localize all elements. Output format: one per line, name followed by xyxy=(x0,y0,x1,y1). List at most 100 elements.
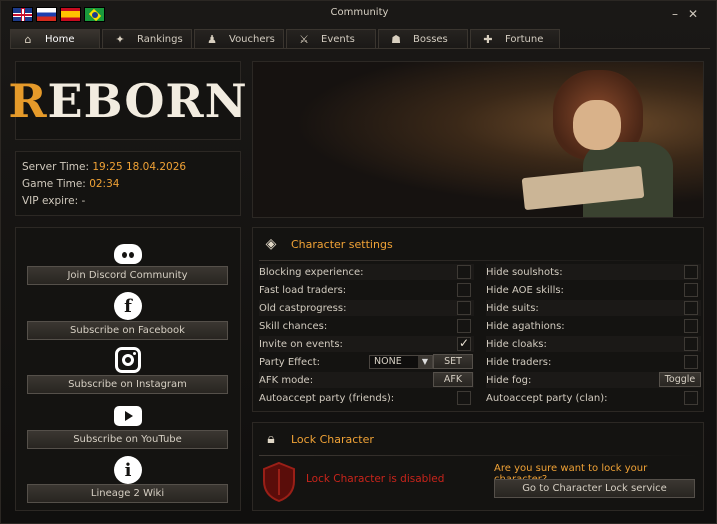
window-title: Community xyxy=(330,7,389,18)
party-effect-select[interactable]: NONE ▼ xyxy=(369,355,433,369)
vip-expire-row: VIP expire: - xyxy=(22,193,234,210)
rankings-icon: ✦ xyxy=(115,33,125,46)
setting-label: Invite on events: xyxy=(259,338,343,350)
tab-label: Rankings xyxy=(137,34,183,45)
setting-label: Hide suits: xyxy=(486,302,539,314)
setting-label: AFK mode: xyxy=(259,374,314,386)
shield-icon xyxy=(263,461,295,503)
lock-character-title: Lock Character xyxy=(291,432,374,446)
close-icon[interactable]: ✕ xyxy=(687,8,699,20)
setting-label: Hide AOE skills: xyxy=(486,284,564,296)
tab-home[interactable]: ⌂ Home xyxy=(10,29,100,49)
join-discord-button[interactable]: Join Discord Community xyxy=(27,266,228,285)
instagram-icon xyxy=(114,346,142,374)
setting-label: Hide agathions: xyxy=(486,320,565,332)
setting-label: Autoaccept party (friends): xyxy=(259,392,395,404)
setting-row: Hide traders: xyxy=(486,354,701,370)
hide-cloaks-checkbox[interactable] xyxy=(684,337,698,351)
fast-load-traders-checkbox[interactable] xyxy=(457,283,471,297)
subscribe-facebook-button[interactable]: Subscribe on Facebook xyxy=(27,321,228,340)
lineage2-wiki-button[interactable]: Lineage 2 Wiki xyxy=(27,484,228,503)
setting-label: Autoaccept party (clan): xyxy=(486,392,608,404)
server-time-row: Server Time: 19:25 18.04.2026 xyxy=(22,159,234,176)
setting-label: Skill chances: xyxy=(259,320,328,332)
character-lock-service-button[interactable]: Go to Character Lock service xyxy=(494,479,695,498)
setting-label: Blocking experience: xyxy=(259,266,364,278)
tab-divider xyxy=(10,48,710,49)
setting-row: Hide AOE skills: xyxy=(486,282,701,298)
afk-button[interactable]: AFK xyxy=(433,372,473,387)
hide-aoe-skills-checkbox[interactable] xyxy=(684,283,698,297)
setting-label: Hide cloaks: xyxy=(486,338,547,350)
tab-label: Fortune xyxy=(505,34,544,45)
hide-fog-toggle-button[interactable]: Toggle xyxy=(659,372,701,387)
hide-suits-checkbox[interactable] xyxy=(684,301,698,315)
settings-diamond-icon: ◈ xyxy=(265,236,277,252)
community-window: Community – ✕ ⌂ Home ✦ Rankings ♟ Vouche… xyxy=(0,0,717,524)
server-time-label: Server Time: xyxy=(22,161,90,173)
setting-label: Fast load traders: xyxy=(259,284,347,296)
setting-row: Autoaccept party (friends): xyxy=(259,390,474,406)
setting-label: Hide fog: xyxy=(486,374,532,386)
wiki-icon: i xyxy=(114,456,142,484)
chevron-down-icon: ▼ xyxy=(418,356,432,368)
logo-panel: REBORN xyxy=(8,61,247,140)
setting-row: Hide soulshots: xyxy=(486,264,701,280)
setting-row: Hide cloaks: xyxy=(486,336,701,352)
hide-agathions-checkbox[interactable] xyxy=(684,319,698,333)
setting-row: Blocking experience: xyxy=(259,264,474,280)
vip-expire-label: VIP expire: xyxy=(22,195,79,207)
server-time-value: 19:25 18.04.2026 xyxy=(92,161,187,173)
banner-character-face xyxy=(573,100,621,150)
setting-row: Skill chances: xyxy=(259,318,474,334)
minimize-icon[interactable]: – xyxy=(669,8,681,20)
party-effect-set-button[interactable]: SET xyxy=(433,354,473,369)
hide-soulshots-checkbox[interactable] xyxy=(684,265,698,279)
subscribe-instagram-button[interactable]: Subscribe on Instagram xyxy=(27,375,228,394)
hide-traders-checkbox[interactable] xyxy=(684,355,698,369)
character-settings-header: ◈ Character settings xyxy=(261,234,393,254)
subscribe-youtube-button[interactable]: Subscribe on YouTube xyxy=(27,430,228,449)
invite-on-events-checkbox[interactable] xyxy=(457,336,471,351)
lock-character-panel: 🔒︎ Lock Character Lock Character is disa… xyxy=(252,422,704,511)
server-logo: REBORN xyxy=(8,73,248,128)
old-castprogress-checkbox[interactable] xyxy=(457,301,471,315)
setting-row: Fast load traders: xyxy=(259,282,474,298)
autoaccept-party-clan-checkbox[interactable] xyxy=(684,391,698,405)
tab-label: Vouchers xyxy=(229,34,275,45)
tab-label: Home xyxy=(45,34,75,45)
tab-events[interactable]: ⚔ Events xyxy=(286,29,376,49)
title-bar: Community – ✕ xyxy=(1,1,717,29)
autoaccept-party-friends-checkbox[interactable] xyxy=(457,391,471,405)
game-time-label: Game Time: xyxy=(22,178,86,190)
tab-label: Bosses xyxy=(413,34,448,45)
tab-rankings[interactable]: ✦ Rankings xyxy=(102,29,192,49)
fortune-icon: ✚ xyxy=(483,33,493,46)
skill-chances-checkbox[interactable] xyxy=(457,319,471,333)
setting-label: Old castprogress: xyxy=(259,302,347,314)
lock-status-text: Lock Character is disabled xyxy=(306,473,445,485)
tab-bosses[interactable]: ☗ Bosses xyxy=(378,29,468,49)
party-effect-value: NONE xyxy=(374,356,402,367)
setting-row: Hide suits: xyxy=(486,300,701,316)
setting-label: Hide traders: xyxy=(486,356,552,368)
lock-character-header: 🔒︎ Lock Character xyxy=(261,429,374,449)
bosses-icon: ☗ xyxy=(391,33,401,46)
vouchers-icon: ♟ xyxy=(207,33,217,46)
social-panel: Join Discord Community f Subscribe on Fa… xyxy=(15,227,241,511)
tab-vouchers[interactable]: ♟ Vouchers xyxy=(194,29,284,49)
banner-image xyxy=(252,61,704,218)
server-info-panel: Server Time: 19:25 18.04.2026 Game Time:… xyxy=(15,151,241,216)
tab-label: Events xyxy=(321,34,355,45)
setting-label: Hide soulshots: xyxy=(486,266,563,278)
game-time-row: Game Time: 02:34 xyxy=(22,176,234,193)
header-divider xyxy=(259,455,699,456)
tab-fortune[interactable]: ✚ Fortune xyxy=(470,29,560,49)
setting-row: Old castprogress: xyxy=(259,300,474,316)
tab-bar: ⌂ Home ✦ Rankings ♟ Vouchers ⚔ Events ☗ … xyxy=(10,29,560,49)
youtube-icon xyxy=(114,402,142,430)
character-settings-panel: ◈ Character settings Blocking experience… xyxy=(252,227,704,412)
setting-row: Invite on events: xyxy=(259,336,474,352)
blocking-experience-checkbox[interactable] xyxy=(457,265,471,279)
discord-icon xyxy=(114,240,142,268)
